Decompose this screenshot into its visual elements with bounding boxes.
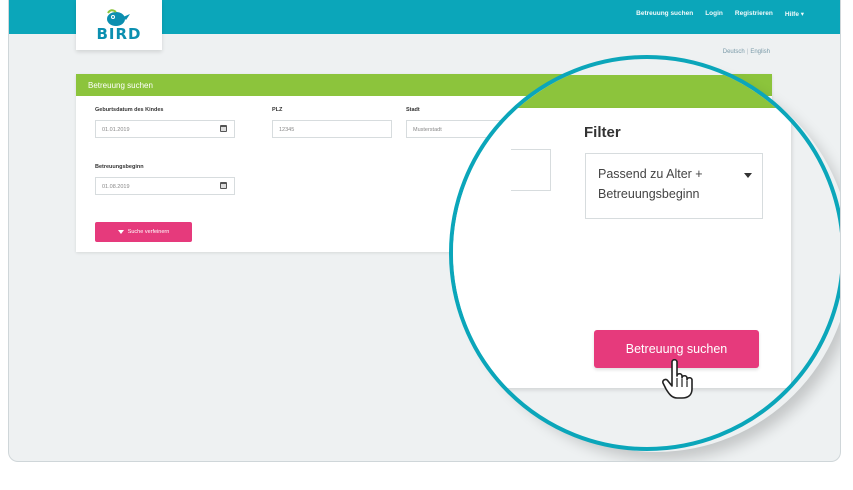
magnifier-lens: Filter Passend zu Alter + Betreuungsbegi… xyxy=(449,55,840,451)
calendar-icon[interactable] xyxy=(220,125,227,132)
filter-option-line1: Passend zu Alter + xyxy=(598,167,703,181)
nav-registrieren[interactable]: Registrieren xyxy=(735,10,773,18)
magnified-panel-header xyxy=(453,75,840,108)
plz-value: 12345 xyxy=(279,127,295,133)
stadt-value: Musterstadt xyxy=(413,127,442,133)
stadt-label: Stadt xyxy=(406,107,420,113)
hand-pointer-cursor-icon xyxy=(662,358,693,399)
bird-logo-icon xyxy=(107,9,130,26)
nav-login[interactable]: Login xyxy=(705,10,723,18)
main-nav: Betreuung suchen Login Registrieren Hilf… xyxy=(636,10,804,18)
filter-heading: Filter xyxy=(584,124,621,141)
filter-select[interactable]: Passend zu Alter + Betreuungsbeginn xyxy=(585,153,763,219)
start-date-field[interactable]: 01.08.2019 xyxy=(95,177,235,195)
calendar-icon[interactable] xyxy=(220,182,227,189)
nav-hilfe-dropdown[interactable]: Hilfe ▾ xyxy=(785,10,804,18)
language-switch: Deutsch | English xyxy=(722,49,770,55)
refine-search-button[interactable]: Suche verfeinern xyxy=(95,222,192,242)
lang-en-link[interactable]: English xyxy=(750,49,770,55)
refine-search-label: Suche verfeinern xyxy=(127,229,170,235)
birthdate-value: 01.01.2019 xyxy=(102,127,130,133)
dropdown-caret-icon xyxy=(744,173,752,178)
plz-label: PLZ xyxy=(272,107,283,113)
chevron-down-icon xyxy=(117,230,124,234)
start-label: Betreuungsbeginn xyxy=(95,164,144,170)
lang-de-link[interactable]: Deutsch xyxy=(723,49,745,55)
birthdate-label: Geburtsdatum des Kindes xyxy=(95,107,164,113)
site-logo[interactable]: BIRD xyxy=(76,0,162,50)
magnified-stadt-field[interactable] xyxy=(511,149,551,191)
filter-option-line2: Betreuungsbeginn xyxy=(598,187,700,201)
magnified-view: Filter Passend zu Alter + Betreuungsbegi… xyxy=(453,59,840,447)
app-window: Betreuung suchen Login Registrieren Hilf… xyxy=(8,0,841,462)
start-value: 01.08.2019 xyxy=(102,184,130,190)
birthdate-field[interactable]: 01.01.2019 xyxy=(95,120,235,138)
nav-betreuung-suchen[interactable]: Betreuung suchen xyxy=(636,10,693,18)
plz-field[interactable]: 12345 xyxy=(272,120,392,138)
